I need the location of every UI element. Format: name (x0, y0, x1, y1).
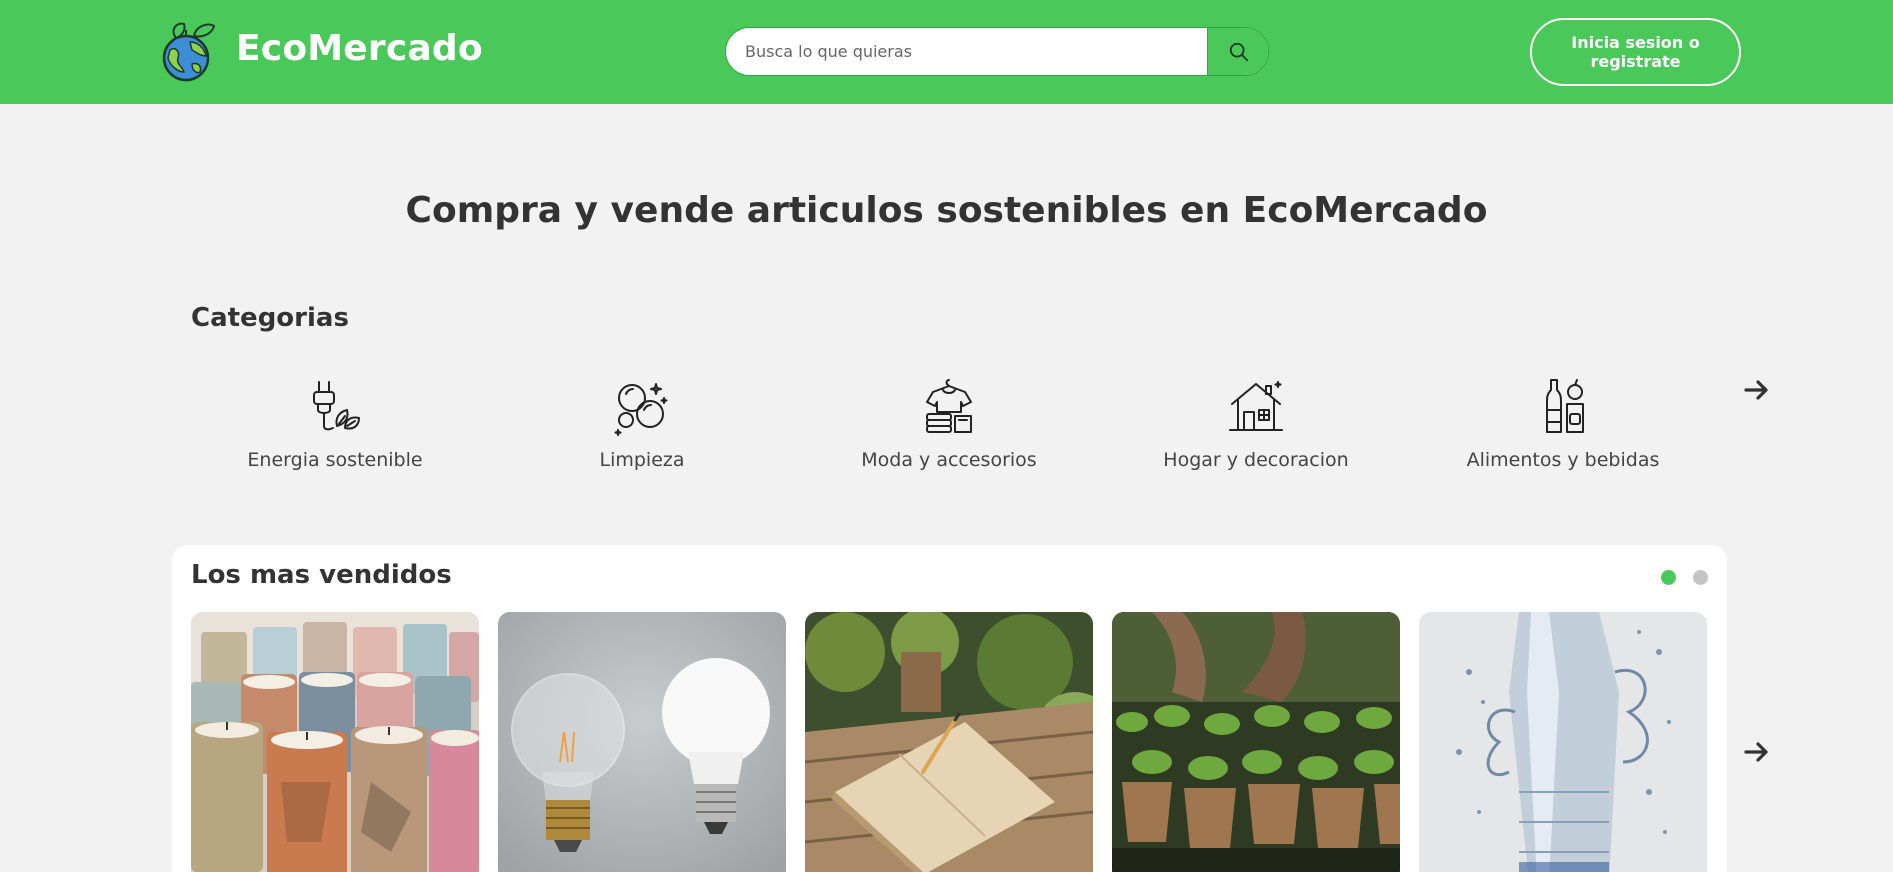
login-register-button[interactable]: Inicia sesion o registrate (1530, 18, 1741, 86)
candles-photo (191, 612, 479, 872)
top-header: EcoMercado Inicia sesion o registrate (0, 0, 1893, 104)
earth-leaf-logo-icon[interactable] (156, 20, 220, 84)
product-card-candles[interactable] (191, 612, 479, 872)
category-energia-sostenible[interactable]: Energia sostenible (210, 376, 460, 471)
product-card-light-bulbs[interactable] (498, 612, 786, 872)
search-icon (1229, 42, 1248, 61)
search-bar (725, 27, 1269, 76)
product-card-notebook[interactable] (805, 612, 1093, 872)
category-hogar-y-decoracion[interactable]: Hogar y decoracion (1131, 376, 1381, 471)
categories-heading: Categorias (191, 303, 349, 333)
best-sellers-next-arrow-icon[interactable] (1742, 737, 1772, 767)
water-bottle-photo (1419, 612, 1707, 872)
seedlings-photo (1112, 612, 1400, 872)
best-sellers-title: Los mas vendidos (191, 560, 452, 590)
light-bulbs-photo (498, 612, 786, 872)
bottles-icon (1546, 379, 1584, 433)
category-label: Moda y accesorios (861, 449, 1037, 471)
carousel-page-dot-active[interactable] (1661, 570, 1676, 585)
category-alimentos-y-bebidas[interactable]: Alimentos y bebidas (1438, 376, 1688, 471)
product-card-seedlings[interactable] (1112, 612, 1400, 872)
page-title: Compra y vende articulos sostenibles en … (405, 190, 1488, 231)
category-moda-y-accesorios[interactable]: Moda y accesorios (824, 376, 1074, 471)
tshirt-icon (926, 379, 972, 433)
category-limpieza[interactable]: Limpieza (517, 376, 767, 471)
category-label: Hogar y decoracion (1163, 449, 1349, 471)
bubbles-icon (614, 383, 668, 436)
product-card-water-bottle[interactable] (1419, 612, 1707, 872)
search-button[interactable] (1207, 28, 1268, 75)
carousel-page-dot[interactable] (1693, 570, 1708, 585)
category-label: Limpieza (599, 449, 685, 471)
categories-next-arrow-icon[interactable] (1742, 375, 1772, 405)
brand-name[interactable]: EcoMercado (236, 28, 483, 69)
search-input[interactable] (726, 28, 1207, 75)
best-sellers-section: Los mas vendidos (172, 545, 1727, 872)
plug-leaf-icon (313, 381, 360, 431)
category-label: Alimentos y bebidas (1466, 449, 1660, 471)
house-icon (1229, 381, 1283, 431)
category-label: Energia sostenible (247, 449, 423, 471)
notebook-photo (805, 612, 1093, 872)
